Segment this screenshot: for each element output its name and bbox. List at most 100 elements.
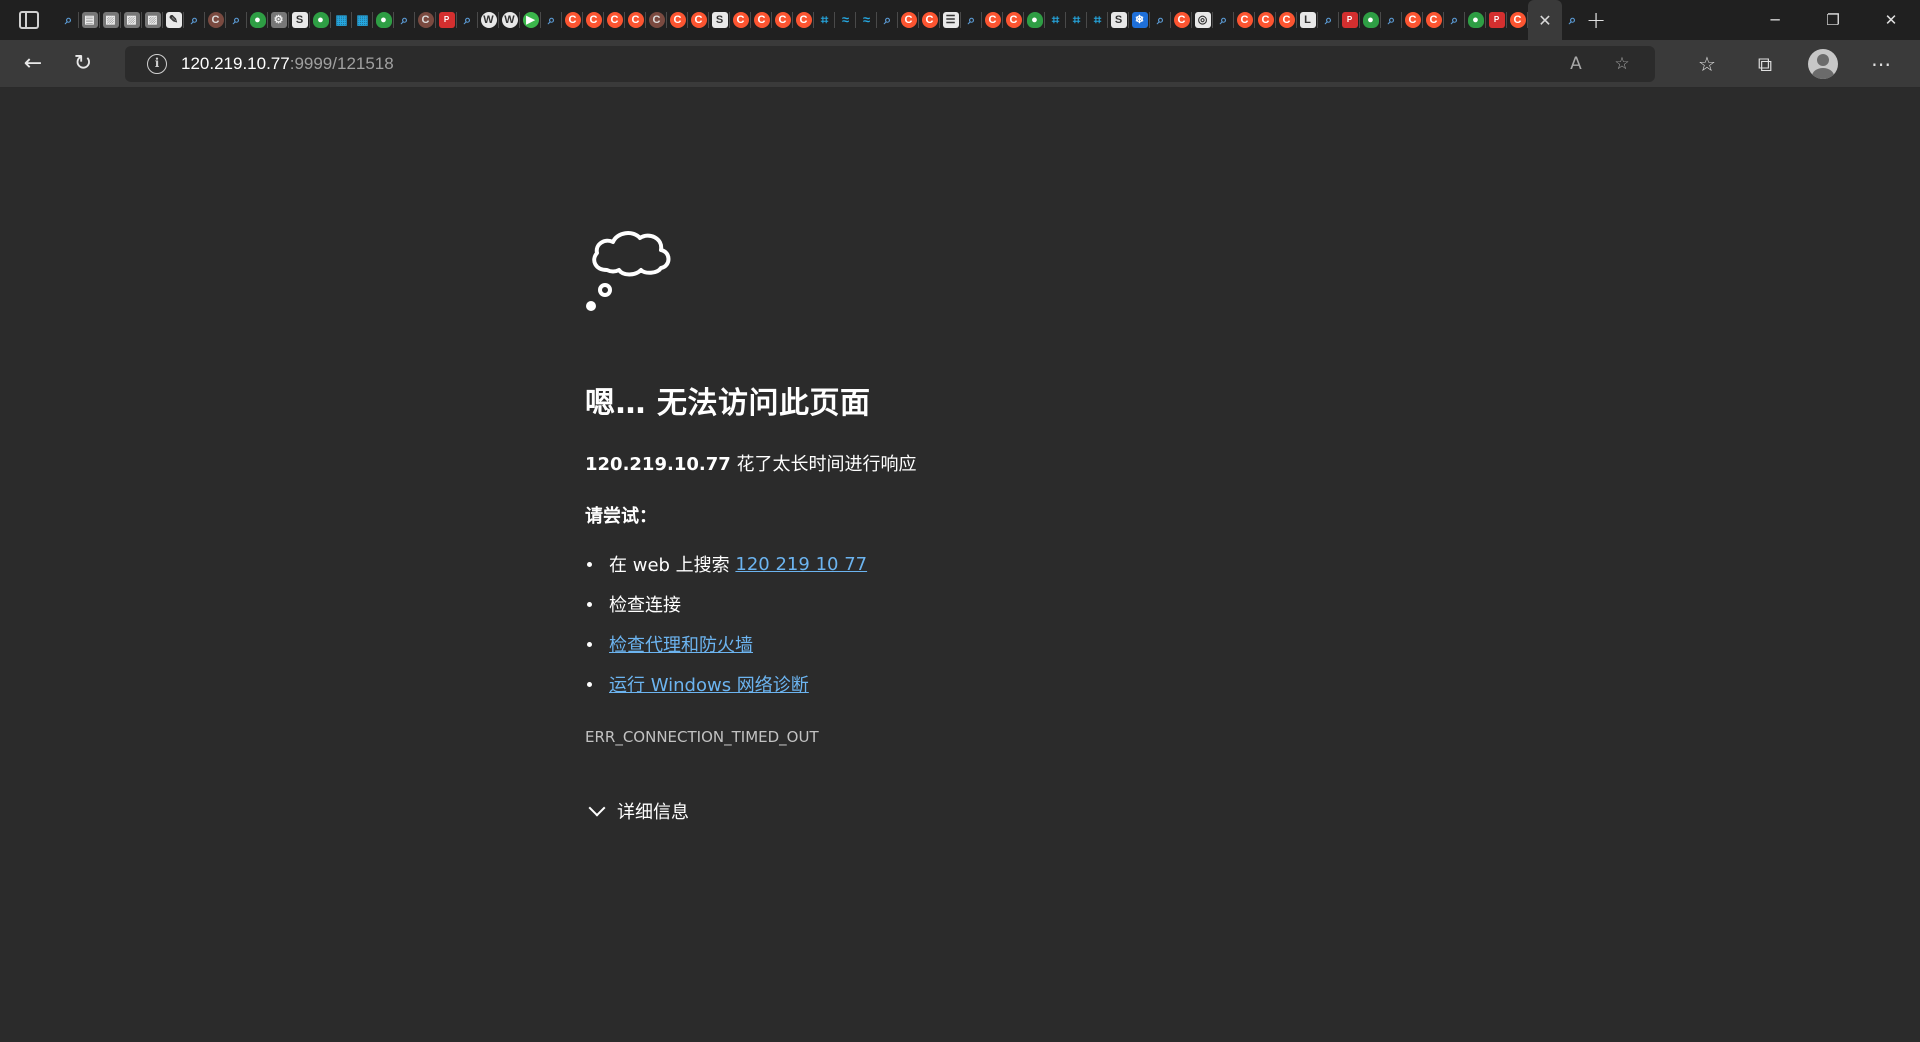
add-favorite-button[interactable]: ☆ <box>1599 46 1645 82</box>
browser-tab[interactable]: ● <box>1465 0 1486 40</box>
browser-tab[interactable]: ● <box>373 0 394 40</box>
browser-tab[interactable]: ▤ <box>79 0 100 40</box>
browser-tab[interactable]: ▨ <box>121 0 142 40</box>
browser-tab[interactable]: ✎ <box>163 0 184 40</box>
tab-list: ⌕ ▤ ▨ ▨ ▨ ✎ ⌕ C ⌕ ● ⚙ S ● ▦ ▦ ● ⌕ C P ⌕ W W ▶ ⌕ C C C C C C C S C C C C ⌗ ≈ ≈ ⌕… <box>58 0 1578 40</box>
shield-icon: ● <box>1467 12 1484 28</box>
address-bar[interactable]: i 120.219.10.77:9999/121518 A ☆ <box>125 46 1655 82</box>
browser-tab[interactable]: ⌗ <box>1066 0 1087 40</box>
browser-tab[interactable]: ⌕ <box>457 0 478 40</box>
browser-tab[interactable]: C <box>415 0 436 40</box>
read-aloud-icon: A <box>1570 54 1582 74</box>
tab-actions-menu[interactable] <box>0 0 58 40</box>
browser-tab[interactable]: ❄ <box>1129 0 1150 40</box>
browser-tab[interactable]: C <box>730 0 751 40</box>
browser-tab[interactable]: ⌕ <box>1444 0 1465 40</box>
browser-tab[interactable]: C <box>898 0 919 40</box>
browser-tab[interactable]: ▨ <box>142 0 163 40</box>
browser-tab[interactable]: ⌗ <box>814 0 835 40</box>
browser-tab[interactable]: ⌕ <box>877 0 898 40</box>
browser-tab[interactable]: ▶ <box>520 0 541 40</box>
favorites-button[interactable]: ☆ <box>1678 44 1736 84</box>
network-diagnostics-link[interactable]: 运行 Windows 网络诊断 <box>609 671 809 697</box>
browser-tab[interactable]: ⌕ <box>1381 0 1402 40</box>
browser-tab[interactable]: ● <box>247 0 268 40</box>
browser-tab[interactable]: C <box>688 0 709 40</box>
browser-tab[interactable]: ● <box>1024 0 1045 40</box>
browser-tab[interactable]: C <box>205 0 226 40</box>
browser-tab-active[interactable]: ✕ <box>1528 0 1562 40</box>
browser-tab[interactable]: C <box>1276 0 1297 40</box>
browser-tab[interactable]: C <box>1171 0 1192 40</box>
browser-tab[interactable]: C <box>919 0 940 40</box>
minimize-button[interactable]: ─ <box>1746 0 1804 40</box>
browser-tab[interactable]: C <box>1402 0 1423 40</box>
browser-tab[interactable]: ⌕ <box>226 0 247 40</box>
browser-tab[interactable]: C <box>793 0 814 40</box>
browser-tab[interactable]: C <box>646 0 667 40</box>
browser-tab[interactable]: ⌕ <box>1213 0 1234 40</box>
browser-tab[interactable]: C <box>751 0 772 40</box>
browser-tab[interactable]: C <box>1003 0 1024 40</box>
browser-tab[interactable]: C <box>1423 0 1444 40</box>
browser-tab[interactable]: ⌗ <box>1045 0 1066 40</box>
browser-tab[interactable]: ⌕ <box>961 0 982 40</box>
browser-tab[interactable]: C <box>1507 0 1528 40</box>
browser-tab[interactable]: ⌕ <box>1562 0 1578 40</box>
browser-tab[interactable]: C <box>667 0 688 40</box>
site-info-icon[interactable]: i <box>147 54 167 74</box>
csdn-icon: C <box>1005 12 1022 28</box>
details-toggle[interactable]: 详细信息 <box>585 798 1385 824</box>
browser-tab[interactable]: W <box>499 0 520 40</box>
browser-tab[interactable]: W <box>478 0 499 40</box>
browser-tab[interactable]: S <box>289 0 310 40</box>
more-menu-button[interactable]: ⋯ <box>1852 44 1910 84</box>
browser-tab[interactable]: ⌕ <box>184 0 205 40</box>
search-icon: ⌕ <box>547 12 556 27</box>
browser-tab[interactable]: P <box>1486 0 1507 40</box>
browser-tab[interactable]: C <box>562 0 583 40</box>
browser-tab[interactable]: ⌕ <box>541 0 562 40</box>
browser-tab[interactable]: ☰ <box>940 0 961 40</box>
browser-tab[interactable]: ⌕ <box>1150 0 1171 40</box>
browser-tab[interactable]: P <box>436 0 457 40</box>
browser-tab[interactable]: ⚙ <box>268 0 289 40</box>
browser-tab[interactable]: S <box>1108 0 1129 40</box>
browser-tab[interactable]: C <box>772 0 793 40</box>
browser-tab[interactable]: ▦ <box>352 0 373 40</box>
browser-tab[interactable]: ≈ <box>856 0 877 40</box>
browser-tab[interactable]: C <box>625 0 646 40</box>
browser-tab[interactable]: C <box>604 0 625 40</box>
browser-tab[interactable]: P <box>1339 0 1360 40</box>
bracket-icon: ⌗ <box>1093 12 1102 27</box>
browser-tab[interactable]: ⌕ <box>1318 0 1339 40</box>
browser-tab[interactable]: ● <box>1360 0 1381 40</box>
collections-button[interactable]: ⧉ <box>1736 44 1794 84</box>
browser-tab[interactable]: ▦ <box>331 0 352 40</box>
browser-tab[interactable]: C <box>1234 0 1255 40</box>
check-proxy-link[interactable]: 检查代理和防火墙 <box>609 631 753 657</box>
profile-button[interactable] <box>1794 44 1852 84</box>
refresh-button[interactable]: ↻ <box>60 44 106 84</box>
browser-tab[interactable]: ≈ <box>835 0 856 40</box>
browser-tab[interactable]: ⌗ <box>1087 0 1108 40</box>
read-aloud-button[interactable]: A <box>1553 46 1599 82</box>
search-web-link[interactable]: 120 219 10 77 <box>735 554 867 575</box>
browser-tab[interactable]: C <box>583 0 604 40</box>
browser-tab[interactable]: ◎ <box>1192 0 1213 40</box>
browser-tab[interactable]: C <box>982 0 1003 40</box>
browser-tab[interactable]: L <box>1297 0 1318 40</box>
url-text[interactable]: 120.219.10.77:9999/121518 <box>181 54 394 74</box>
back-button[interactable]: ← <box>10 44 56 84</box>
browser-tab[interactable]: ⌕ <box>58 0 79 40</box>
browser-tab[interactable]: ▨ <box>100 0 121 40</box>
close-tab-icon[interactable]: ✕ <box>1538 11 1551 30</box>
wave-icon: ≈ <box>862 12 871 27</box>
close-window-button[interactable]: ✕ <box>1862 0 1920 40</box>
browser-tab[interactable]: ⌕ <box>394 0 415 40</box>
browser-tab[interactable]: ● <box>310 0 331 40</box>
new-tab-button[interactable]: + <box>1578 0 1614 40</box>
browser-tab[interactable]: S <box>709 0 730 40</box>
restore-button[interactable]: ❐ <box>1804 0 1862 40</box>
browser-tab[interactable]: C <box>1255 0 1276 40</box>
